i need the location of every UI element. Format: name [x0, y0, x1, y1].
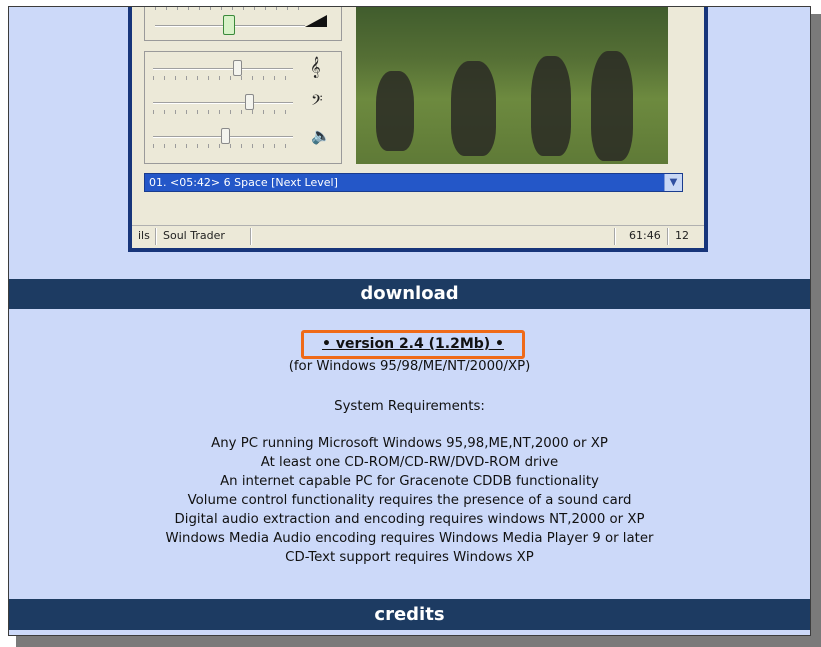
status-divider	[614, 228, 616, 245]
track-list-value: 01. <05:42> 6 Space [Next Level]	[149, 176, 338, 189]
requirement-item: Windows Media Audio encoding requires Wi…	[165, 531, 654, 546]
platforms-text: (for Windows 95/98/ME/NT/2000/XP)	[288, 359, 531, 374]
tone-slider-panel: 𝄞 𝄢 🔈	[144, 51, 342, 164]
treble-slider-thumb[interactable]	[233, 60, 242, 76]
volume-ticks	[155, 7, 305, 10]
bass-ticks	[153, 110, 293, 114]
volume-level-icon	[305, 15, 327, 27]
player-window-body: 𝄞 𝄢 🔈 01. <05:42> 6 Space [Next Level] ▼	[132, 7, 704, 248]
status-divider	[250, 228, 252, 245]
status-left-text: ils	[138, 229, 150, 242]
album-photo	[356, 7, 668, 164]
chevron-down-icon[interactable]: ▼	[664, 174, 682, 191]
web-page: 𝄞 𝄢 🔈 01. <05:42> 6 Space [Next Level] ▼	[8, 6, 811, 636]
balance-slider-thumb[interactable]	[221, 128, 230, 144]
status-track-count: 12	[675, 229, 689, 242]
shadow-figure	[591, 51, 633, 161]
speaker-icon: 🔈	[311, 126, 331, 145]
credits-section-header: credits	[9, 599, 810, 630]
track-list-dropdown[interactable]: 01. <05:42> 6 Space [Next Level] ▼	[144, 173, 683, 192]
requirement-item: An internet capable PC for Gracenote CDD…	[220, 474, 599, 489]
requirement-item: CD-Text support requires Windows XP	[285, 550, 534, 565]
shadow-figure	[531, 56, 571, 156]
player-status-bar: ils Soul Trader 61:46 12	[132, 225, 704, 248]
treble-track	[153, 68, 293, 70]
bass-track	[153, 102, 293, 104]
treble-ticks	[153, 76, 293, 80]
status-divider	[667, 228, 669, 245]
requirement-item: Digital audio extraction and encoding re…	[174, 512, 645, 527]
download-link[interactable]: • version 2.4 (1.2Mb) •	[301, 330, 525, 359]
requirement-item: At least one CD-ROM/CD-RW/DVD-ROM drive	[260, 455, 559, 470]
shadow-figure	[451, 61, 496, 156]
balance-ticks	[153, 144, 293, 148]
requirement-item: Volume control functionality requires th…	[187, 493, 632, 508]
treble-clef-icon: 𝄞	[310, 57, 321, 78]
bass-clef-icon: 𝄢	[311, 92, 323, 113]
requirement-item: Any PC running Microsoft Windows 95,98,M…	[211, 436, 608, 451]
volume-slider-panel	[144, 7, 342, 41]
shadow-figure	[376, 71, 414, 151]
download-section-header: download	[9, 279, 810, 309]
download-link-label[interactable]: • version 2.4 (1.2Mb) •	[304, 333, 522, 356]
bass-slider-thumb[interactable]	[245, 94, 254, 110]
status-divider	[155, 228, 157, 245]
requirements-heading: System Requirements:	[334, 399, 485, 414]
status-artist: Soul Trader	[163, 229, 225, 242]
status-time: 61:46	[629, 229, 661, 242]
volume-slider-thumb[interactable]	[223, 15, 235, 35]
player-screenshot: 𝄞 𝄢 🔈 01. <05:42> 6 Space [Next Level] ▼	[128, 7, 708, 252]
